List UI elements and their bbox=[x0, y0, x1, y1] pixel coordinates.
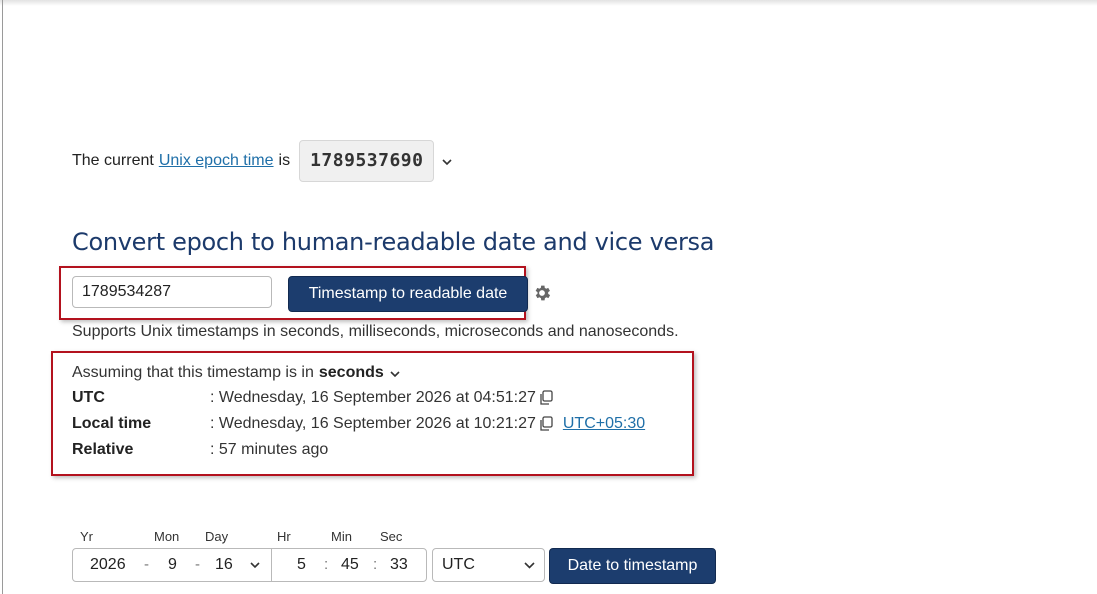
timestamp-to-date-button[interactable]: Timestamp to readable date bbox=[288, 276, 528, 312]
local-time-label: Local time bbox=[72, 415, 152, 432]
copy-icon[interactable] bbox=[539, 390, 553, 406]
supports-note: Supports Unix timestamps in seconds, mil… bbox=[72, 323, 679, 340]
hour-field[interactable]: 5 bbox=[297, 549, 306, 581]
current-prefix: The current bbox=[72, 152, 154, 169]
local-time-row: Local time : Wednesday, 16 September 202… bbox=[72, 415, 645, 433]
current-epoch-line: The current Unix epoch time is 178953769… bbox=[72, 140, 453, 182]
separator: : bbox=[373, 556, 378, 573]
minute-label: Min bbox=[331, 529, 352, 544]
utc-value: : Wednesday, 16 September 2026 at 04:51:… bbox=[210, 389, 536, 406]
hour-label: Hr bbox=[277, 529, 291, 544]
timezone-select[interactable]: UTC bbox=[432, 548, 545, 582]
second-label: Sec bbox=[380, 529, 403, 544]
assume-prefix: Assuming that this timestamp is in bbox=[72, 364, 314, 381]
copy-icon[interactable] bbox=[539, 416, 553, 432]
minute-field[interactable]: 45 bbox=[341, 549, 359, 581]
chevron-down-icon[interactable] bbox=[250, 549, 260, 581]
gear-icon[interactable] bbox=[532, 283, 552, 303]
chevron-down-icon[interactable] bbox=[442, 154, 453, 169]
top-edge bbox=[0, 0, 1097, 6]
timezone-offset-link[interactable]: UTC+05:30 bbox=[563, 415, 645, 433]
separator: - bbox=[195, 556, 200, 573]
month-field[interactable]: 9 bbox=[168, 549, 177, 581]
relative-value: : 57 minutes ago bbox=[210, 441, 329, 458]
unit-dropdown[interactable]: seconds bbox=[319, 364, 384, 382]
chevron-down-icon bbox=[524, 549, 535, 581]
divider bbox=[271, 549, 272, 581]
year-label: Yr bbox=[80, 529, 93, 544]
unix-epoch-link[interactable]: Unix epoch time bbox=[159, 152, 274, 170]
relative-row: Relative : 57 minutes ago bbox=[72, 441, 328, 459]
day-label: Day bbox=[205, 529, 229, 544]
assumption-line: Assuming that this timestamp is in secon… bbox=[72, 364, 400, 382]
chevron-down-icon[interactable] bbox=[390, 366, 400, 381]
timezone-value: UTC bbox=[442, 556, 475, 573]
page-title: Convert epoch to human-readable date and… bbox=[72, 228, 715, 256]
utc-row: UTC : Wednesday, 16 September 2026 at 04… bbox=[72, 389, 553, 407]
year-field[interactable]: 2026 bbox=[90, 549, 126, 581]
day-field[interactable]: 16 bbox=[215, 549, 233, 581]
separator: - bbox=[144, 556, 149, 573]
relative-label: Relative bbox=[72, 441, 134, 458]
timestamp-input[interactable] bbox=[72, 276, 272, 308]
current-epoch-value[interactable]: 1789537690 bbox=[299, 140, 435, 182]
left-edge bbox=[2, 0, 3, 594]
separator: : bbox=[324, 556, 329, 573]
date-time-input-group: 2026 - 9 - 16 5 : 45 : 33 bbox=[72, 548, 427, 582]
second-field[interactable]: 33 bbox=[390, 549, 408, 581]
current-suffix: is bbox=[278, 152, 291, 169]
local-time-value: : Wednesday, 16 September 2026 at 10:21:… bbox=[210, 415, 536, 432]
utc-label: UTC bbox=[72, 389, 105, 406]
month-label: Mon bbox=[154, 529, 180, 544]
date-to-timestamp-button[interactable]: Date to timestamp bbox=[549, 548, 716, 584]
